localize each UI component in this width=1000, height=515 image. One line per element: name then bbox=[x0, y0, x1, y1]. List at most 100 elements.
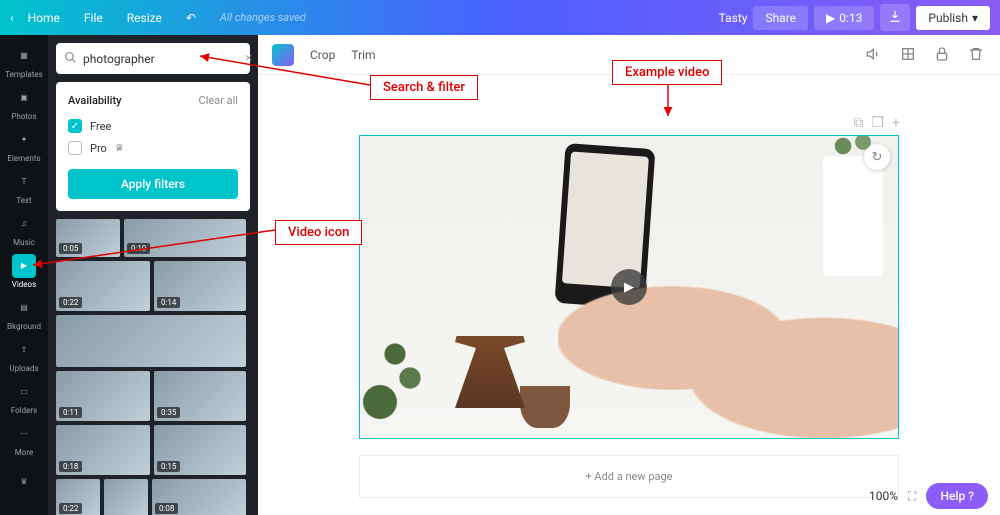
filter-heading: Availability bbox=[68, 94, 122, 107]
video-thumb[interactable]: 0:15 bbox=[154, 425, 246, 475]
crown-icon: ♕ bbox=[115, 143, 124, 154]
rail-text[interactable]: TText bbox=[0, 167, 48, 207]
videos-icon: ▶ bbox=[12, 254, 36, 278]
play-icon: ▶ bbox=[826, 11, 835, 25]
search-input[interactable] bbox=[83, 52, 239, 66]
search-bar[interactable]: × bbox=[56, 43, 250, 74]
thumb-duration: 0:11 bbox=[59, 407, 82, 418]
copy-page-icon[interactable]: ❐ bbox=[871, 115, 884, 131]
canvas[interactable]: ▶ ↻ bbox=[359, 135, 899, 439]
apply-filters-button[interactable]: Apply filters bbox=[68, 169, 238, 199]
rail-more[interactable]: ⋯More bbox=[0, 419, 48, 459]
publish-button[interactable]: Publish ▾ bbox=[916, 6, 990, 30]
thumb-duration: 0:22 bbox=[59, 503, 82, 514]
volume-icon[interactable] bbox=[866, 46, 884, 64]
free-label: Free bbox=[90, 120, 111, 133]
undo-icon[interactable]: ↶ bbox=[176, 7, 206, 29]
templates-icon: ▦ bbox=[12, 44, 36, 68]
rail-templates[interactable]: ▦Templates bbox=[0, 41, 48, 81]
thumb-duration: 0:14 bbox=[157, 297, 180, 308]
save-status: All changes saved bbox=[220, 11, 306, 24]
thumb-duration: 0:35 bbox=[157, 407, 180, 418]
rail-folders[interactable]: ▭Folders bbox=[0, 377, 48, 417]
search-icon bbox=[64, 49, 77, 68]
rail-music[interactable]: ♫Music bbox=[0, 209, 48, 249]
video-thumb[interactable] bbox=[104, 479, 148, 515]
video-thumb[interactable]: 0:18 bbox=[56, 425, 150, 475]
back-chevron-icon[interactable]: ‹ bbox=[10, 11, 14, 25]
video-thumb[interactable]: 0:05 bbox=[56, 219, 120, 257]
add-new-page-button[interactable]: + Add a new page bbox=[359, 455, 899, 498]
video-thumb[interactable]: 0:22 bbox=[56, 479, 100, 515]
free-checkbox[interactable]: ✓ bbox=[68, 119, 82, 133]
thumb-duration: 0:18 bbox=[59, 461, 82, 472]
crown-icon: ♛ bbox=[12, 469, 36, 493]
scene-chemex bbox=[455, 288, 525, 408]
annotation-video-icon: Video icon bbox=[275, 220, 362, 245]
preview-button[interactable]: ▶ 0:13 bbox=[814, 6, 874, 30]
text-icon: T bbox=[12, 170, 36, 194]
more-icon: ⋯ bbox=[12, 422, 36, 446]
thumb-duration: 0:08 bbox=[155, 503, 178, 514]
trim-button[interactable]: Trim bbox=[351, 48, 375, 62]
video-thumb[interactable]: 0:14 bbox=[154, 261, 246, 311]
chevron-down-icon: ▾ bbox=[972, 11, 978, 25]
elements-icon: ✦ bbox=[12, 128, 36, 152]
clear-filters-button[interactable]: Clear all bbox=[199, 94, 238, 107]
video-thumb[interactable]: 0:08 bbox=[152, 479, 246, 515]
thumb-duration: 0:05 bbox=[59, 243, 82, 254]
side-panel: × Availability Clear all ✓ Free Pro ♕ Ap… bbox=[48, 35, 258, 515]
video-thumb[interactable]: 0:19 bbox=[124, 219, 246, 257]
folders-icon: ▭ bbox=[12, 380, 36, 404]
uploads-icon: ⇧ bbox=[12, 338, 36, 362]
thumb-duration: 0:19 bbox=[127, 243, 150, 254]
help-button[interactable]: Help ? bbox=[926, 483, 988, 509]
share-button[interactable]: Share bbox=[753, 6, 808, 30]
file-menu[interactable]: File bbox=[74, 7, 113, 29]
thumb-duration: 0:15 bbox=[157, 461, 180, 472]
rail-bkground[interactable]: ▤Bkground bbox=[0, 293, 48, 333]
rail-premium[interactable]: ♛ bbox=[0, 461, 48, 501]
home-button[interactable]: Home bbox=[18, 7, 70, 29]
add-page-icon[interactable]: + bbox=[892, 115, 900, 131]
fullscreen-icon[interactable]: ⛶ bbox=[908, 489, 916, 504]
top-toolbar: ‹ Home File Resize ↶ All changes saved T… bbox=[0, 0, 1000, 35]
bkground-icon: ▤ bbox=[12, 296, 36, 320]
rail-videos[interactable]: ▶Videos bbox=[0, 251, 48, 291]
video-thumb[interactable]: 0:35 bbox=[154, 371, 246, 421]
workspace: Crop Trim ⧉ ❐ + ▶ ↻ bbox=[258, 35, 1000, 515]
trash-icon[interactable] bbox=[968, 46, 986, 64]
video-thumb[interactable] bbox=[56, 315, 246, 367]
music-icon: ♫ bbox=[12, 212, 36, 236]
pro-label: Pro bbox=[90, 142, 107, 155]
download-icon bbox=[888, 9, 902, 23]
transparency-icon[interactable] bbox=[900, 46, 918, 64]
zoom-level[interactable]: 100% bbox=[869, 489, 898, 503]
lock-icon[interactable] bbox=[934, 46, 952, 64]
rail-elements[interactable]: ✦Elements bbox=[0, 125, 48, 165]
duplicate-page-icon[interactable]: ⧉ bbox=[853, 115, 863, 131]
rotate-button[interactable]: ↻ bbox=[864, 144, 890, 170]
side-rail: ▦Templates▣Photos✦ElementsTText♫Music▶Vi… bbox=[0, 35, 48, 515]
canva-logo-icon bbox=[272, 44, 294, 66]
scene-plant bbox=[359, 318, 450, 438]
video-thumb[interactable]: 0:22 bbox=[56, 261, 150, 311]
thumb-duration: 0:22 bbox=[59, 297, 82, 308]
clear-search-icon[interactable]: × bbox=[245, 51, 252, 66]
design-title[interactable]: Tasty bbox=[719, 11, 748, 25]
resize-menu[interactable]: Resize bbox=[117, 7, 172, 29]
video-thumb[interactable]: 0:11 bbox=[56, 371, 150, 421]
scene-hands bbox=[558, 258, 899, 439]
rail-photos[interactable]: ▣Photos bbox=[0, 83, 48, 123]
annotation-search: Search & filter bbox=[370, 75, 478, 100]
pro-checkbox[interactable] bbox=[68, 141, 82, 155]
photos-icon: ▣ bbox=[12, 86, 36, 110]
rail-uploads[interactable]: ⇧Uploads bbox=[0, 335, 48, 375]
video-play-button[interactable]: ▶ bbox=[611, 269, 647, 305]
filter-card: Availability Clear all ✓ Free Pro ♕ Appl… bbox=[56, 82, 250, 211]
results-grid: 0:05 0:19 0:22 0:14 0:11 0:35 0:18 0:15 0:22 0:08 bbox=[56, 219, 250, 515]
download-button[interactable] bbox=[880, 4, 910, 31]
footer: 100% ⛶ Help ? bbox=[869, 483, 988, 509]
crop-button[interactable]: Crop bbox=[310, 48, 335, 62]
annotation-example-video: Example video bbox=[612, 60, 722, 85]
